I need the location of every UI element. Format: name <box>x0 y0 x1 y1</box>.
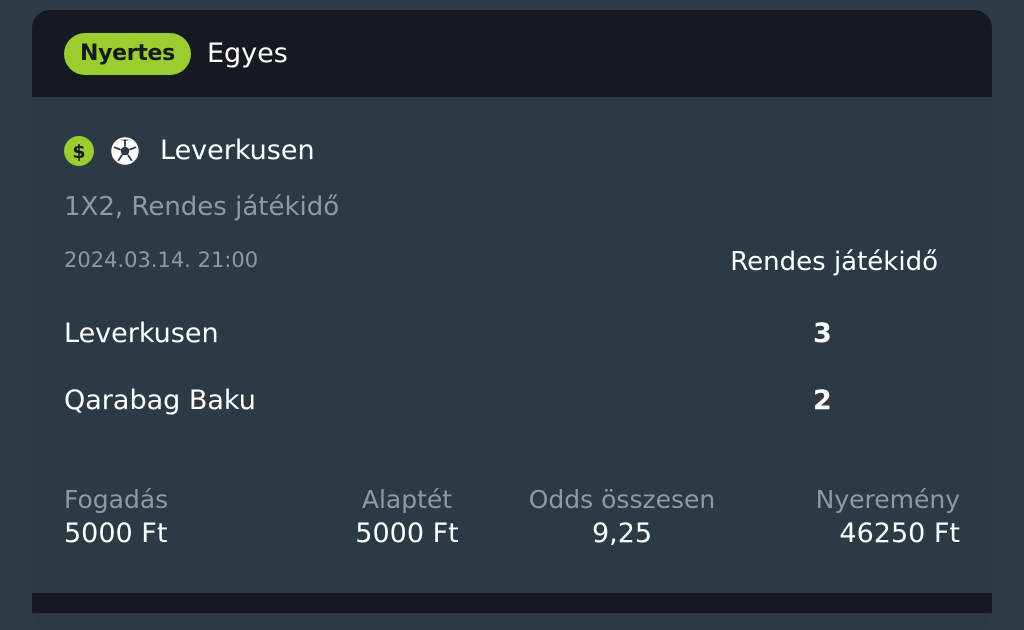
team-away-score: 2 <box>813 385 832 416</box>
winnings-stat: Nyeremény 46250 Ft <box>816 485 960 549</box>
soccer-ball-icon <box>110 136 140 166</box>
total-odds-stat: Odds összesen 9,25 <box>502 485 742 549</box>
status-badge: Nyertes <box>64 32 191 75</box>
stake-label: Fogadás <box>64 485 169 514</box>
bet-card-header: Nyertes Egyes <box>32 10 992 97</box>
next-card-edge <box>32 593 992 613</box>
period-label: Rendes játékidő <box>730 247 938 277</box>
team-away-name: Qarabag Baku <box>64 385 256 416</box>
event-row: $ Leverkusen <box>64 135 315 166</box>
total-odds-value: 9,25 <box>591 518 653 549</box>
bet-card[interactable]: Nyertes Egyes $ Leverkusen 1X2, Rendes j… <box>32 10 992 630</box>
team-home-score: 3 <box>813 318 832 349</box>
market-name: 1X2, Rendes játékidő <box>64 192 340 222</box>
winnings-value: 46250 Ft <box>839 518 960 549</box>
base-stake-stat: Alaptét 5000 Ft <box>332 485 482 549</box>
dollar-icon: $ <box>64 135 94 166</box>
bet-type-title: Egyes <box>206 38 288 69</box>
base-stake-value: 5000 Ft <box>355 518 459 549</box>
bet-card-body: $ Leverkusen 1X2, Rendes játékidő 2024.0… <box>32 97 992 630</box>
winnings-label: Nyeremény <box>815 485 960 514</box>
stake-stat: Fogadás 5000 Ft <box>64 485 168 549</box>
base-stake-label: Alaptét <box>361 485 453 514</box>
event-name: Leverkusen <box>160 135 315 166</box>
svg-text:$: $ <box>72 141 85 162</box>
stake-value: 5000 Ft <box>64 518 168 549</box>
event-datetime: 2024.03.14. 21:00 <box>64 248 259 272</box>
total-odds-label: Odds összesen <box>528 485 716 514</box>
team-home-name: Leverkusen <box>64 318 219 349</box>
